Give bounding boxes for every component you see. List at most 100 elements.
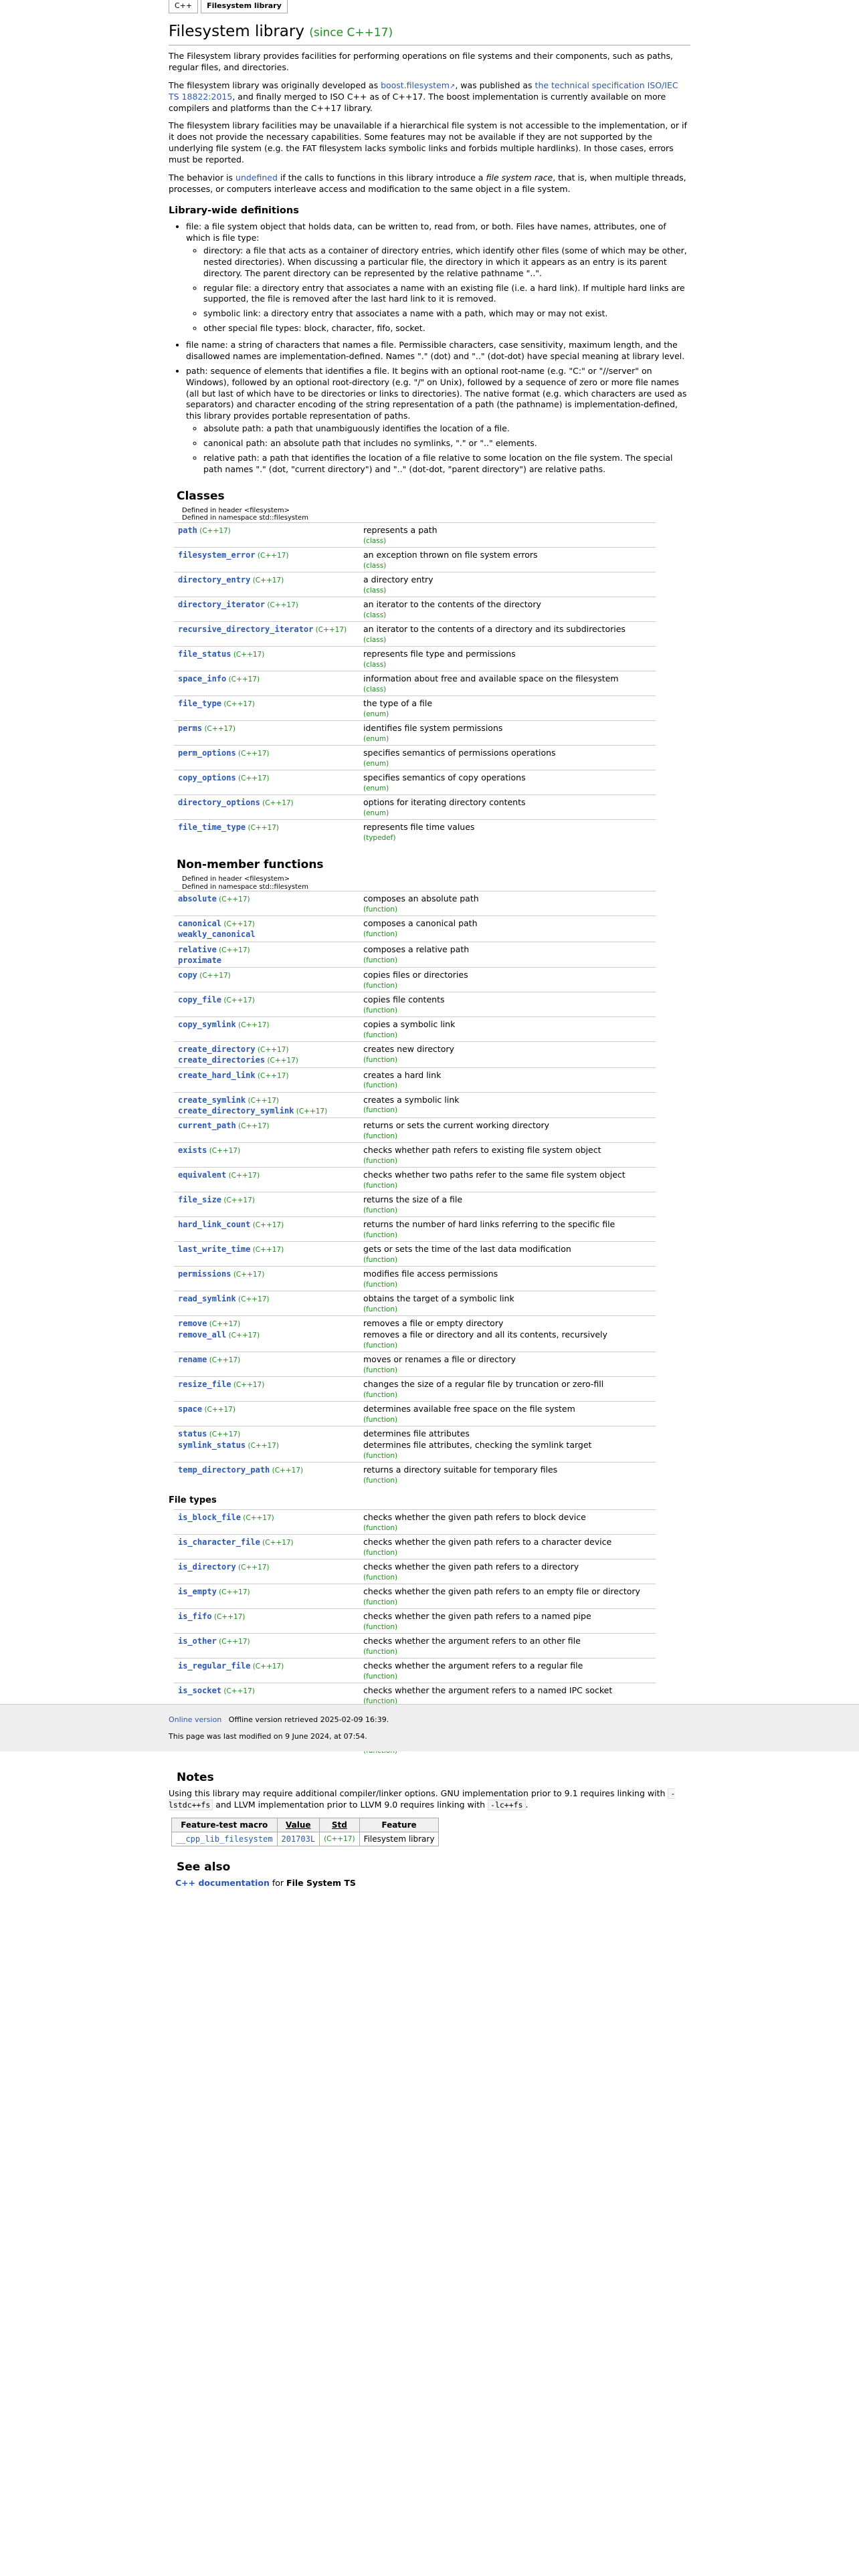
entry-link[interactable]: file_type: [178, 699, 221, 708]
entry-link[interactable]: is_block_file: [178, 1513, 241, 1522]
table-row: filesystem_error (C++17) an exception thr…: [174, 546, 656, 572]
entry-name-line: canonical (C++17): [178, 918, 355, 929]
online-version-link[interactable]: Online version: [169, 1715, 221, 1724]
entry-link[interactable]: status: [178, 1429, 207, 1438]
table-row: file_size (C++17) returns the size of a f…: [174, 1192, 656, 1217]
entry-link[interactable]: directory_options: [178, 798, 260, 807]
list-item: relative path: a path that identifies th…: [203, 453, 690, 475]
file-types-list: directory: a file that acts as a contain…: [186, 245, 690, 334]
entry-link[interactable]: perm_options: [178, 748, 236, 758]
entry-name-line: directory_entry (C++17): [178, 574, 355, 585]
entry-name-line: absolute (C++17): [178, 893, 355, 904]
entry-link[interactable]: create_directory_symlink: [178, 1106, 294, 1115]
boost-filesystem-link[interactable]: boost.filesystem: [381, 80, 450, 90]
entry-link[interactable]: file_status: [178, 649, 231, 659]
table-row: create_hard_link (C++17) creates a hard l…: [174, 1067, 656, 1093]
entry-link[interactable]: is_fifo: [178, 1612, 212, 1621]
entry-link[interactable]: create_directory: [178, 1045, 256, 1054]
cpp-docs-link[interactable]: C++ documentation: [175, 1878, 270, 1888]
namespace-note-line: Defined in namespace std::filesystem: [182, 883, 308, 891]
page-title-text: Filesystem library: [169, 23, 304, 40]
entry-description: determines file attributes: [363, 1428, 470, 1439]
entry-link[interactable]: is_character_file: [178, 1537, 260, 1547]
list-item: canonical path: an absolute path that in…: [203, 438, 690, 449]
entry-link[interactable]: copy_symlink: [178, 1020, 236, 1029]
entry-link[interactable]: symlink_status: [178, 1440, 246, 1450]
entry-link[interactable]: hard_link_count: [178, 1220, 250, 1229]
entry-link[interactable]: is_other: [178, 1636, 217, 1646]
entry-name-cell: perm_options (C++17): [174, 745, 359, 770]
footer-line: Online version Offline version retrieved…: [169, 1715, 389, 1725]
entry-desc-cell: an iterator to the contents of a directo…: [359, 621, 656, 647]
entry-link[interactable]: create_hard_link: [178, 1071, 256, 1080]
entry-link[interactable]: weakly_canonical: [178, 930, 256, 939]
entry-link[interactable]: file_time_type: [178, 823, 246, 832]
see-also-text: for: [269, 1878, 287, 1889]
entry-link[interactable]: directory_iterator: [178, 600, 265, 609]
entry-link[interactable]: equivalent: [178, 1170, 226, 1180]
entry-link[interactable]: temp_directory_path: [178, 1465, 270, 1475]
entry-link[interactable]: canonical: [178, 919, 221, 928]
entry-description: changes the size of a regular file by tr…: [363, 1379, 604, 1390]
version-badge: (C++17): [207, 1430, 241, 1439]
entry-link[interactable]: read_symlink: [178, 1294, 236, 1303]
entry-link[interactable]: path: [178, 526, 197, 535]
ftm-value-link[interactable]: 201703L: [282, 1834, 316, 1844]
breadcrumb-cpp[interactable]: C++: [169, 0, 199, 13]
entry-link[interactable]: recursive_directory_iterator: [178, 625, 313, 634]
entry-link[interactable]: resize_file: [178, 1380, 231, 1389]
entry-link[interactable]: copy_options: [178, 773, 236, 782]
entry-name-cell: path (C++17): [174, 522, 359, 548]
entry-name-line: create_hard_link (C++17): [178, 1070, 355, 1081]
undefined-link[interactable]: undefined: [235, 173, 278, 183]
entry-link[interactable]: copy_file: [178, 995, 221, 1004]
entry-link[interactable]: create_symlink: [178, 1095, 246, 1105]
list-item: regular file: a directory entry that ass…: [203, 283, 690, 306]
table-row: directory_options (C++17) options for ite…: [174, 794, 656, 820]
entry-name-cell: directory_iterator (C++17): [174, 596, 359, 622]
entry-link[interactable]: permissions: [178, 1269, 231, 1279]
entry-link[interactable]: copy: [178, 970, 197, 980]
entry-link[interactable]: perms: [178, 724, 202, 733]
entry-name-line: is_block_file (C++17): [178, 1512, 355, 1523]
entry-name-cell: recursive_directory_iterator (C++17): [174, 621, 359, 647]
entry-link[interactable]: space_info: [178, 674, 226, 683]
entry-link[interactable]: directory_entry: [178, 575, 250, 584]
entry-desc-cell: composes an absolute path (function): [359, 891, 656, 916]
see-also-entry: C++ documentation for File System TS: [175, 1878, 690, 1889]
entry-link[interactable]: space: [178, 1404, 202, 1414]
ftm-macro-link[interactable]: __cpp_lib_filesystem: [176, 1834, 273, 1844]
entry-description: represents file time values: [363, 822, 475, 833]
breadcrumb: C++ Filesystem library: [169, 0, 290, 13]
entry-link[interactable]: remove_all: [178, 1330, 226, 1339]
entry-link[interactable]: file_size: [178, 1195, 221, 1204]
entry-link[interactable]: last_write_time: [178, 1245, 250, 1254]
entry-desc-cell: represents a path (class): [359, 522, 656, 548]
entry-link[interactable]: is_empty: [178, 1587, 217, 1596]
entry-name-cell: create_hard_link (C++17): [174, 1067, 359, 1093]
definition-text: file: a file system object that holds da…: [186, 221, 666, 243]
entry-link[interactable]: current_path: [178, 1121, 236, 1130]
entry-link[interactable]: rename: [178, 1355, 207, 1364]
entry-link[interactable]: remove: [178, 1319, 207, 1328]
entry-name-cell: copy_options (C++17): [174, 770, 359, 795]
entry-link[interactable]: absolute: [178, 894, 217, 903]
entry-link[interactable]: proximate: [178, 956, 221, 965]
entry-description: copies file contents: [363, 994, 445, 1005]
version-badge: (C++17): [235, 1021, 270, 1030]
entry-desc-cell: creates new directory (function): [359, 1041, 656, 1068]
entry-link[interactable]: create_directories: [178, 1055, 265, 1065]
entry-desc-cell: moves or renames a file or directory (fun…: [359, 1352, 656, 1377]
entry-description: returns or sets the current working dire…: [363, 1119, 550, 1130]
entry-link[interactable]: exists: [178, 1146, 207, 1155]
entry-link[interactable]: is_socket: [178, 1686, 221, 1695]
table-row: is_directory (C++17) checks whether the g…: [174, 1558, 656, 1584]
entry-link[interactable]: filesystem_error: [178, 550, 256, 560]
entry-link[interactable]: is_directory: [178, 1562, 236, 1572]
version-badge: (C++17): [250, 1662, 284, 1671]
entry-description: removes a file or empty directory: [363, 1318, 504, 1329]
entry-link[interactable]: relative: [178, 945, 217, 954]
table-row: is_block_file (C++17) checks whether the …: [174, 1509, 656, 1535]
entry-link[interactable]: is_regular_file: [178, 1661, 250, 1671]
breadcrumb-filesystem[interactable]: Filesystem library: [201, 0, 288, 13]
